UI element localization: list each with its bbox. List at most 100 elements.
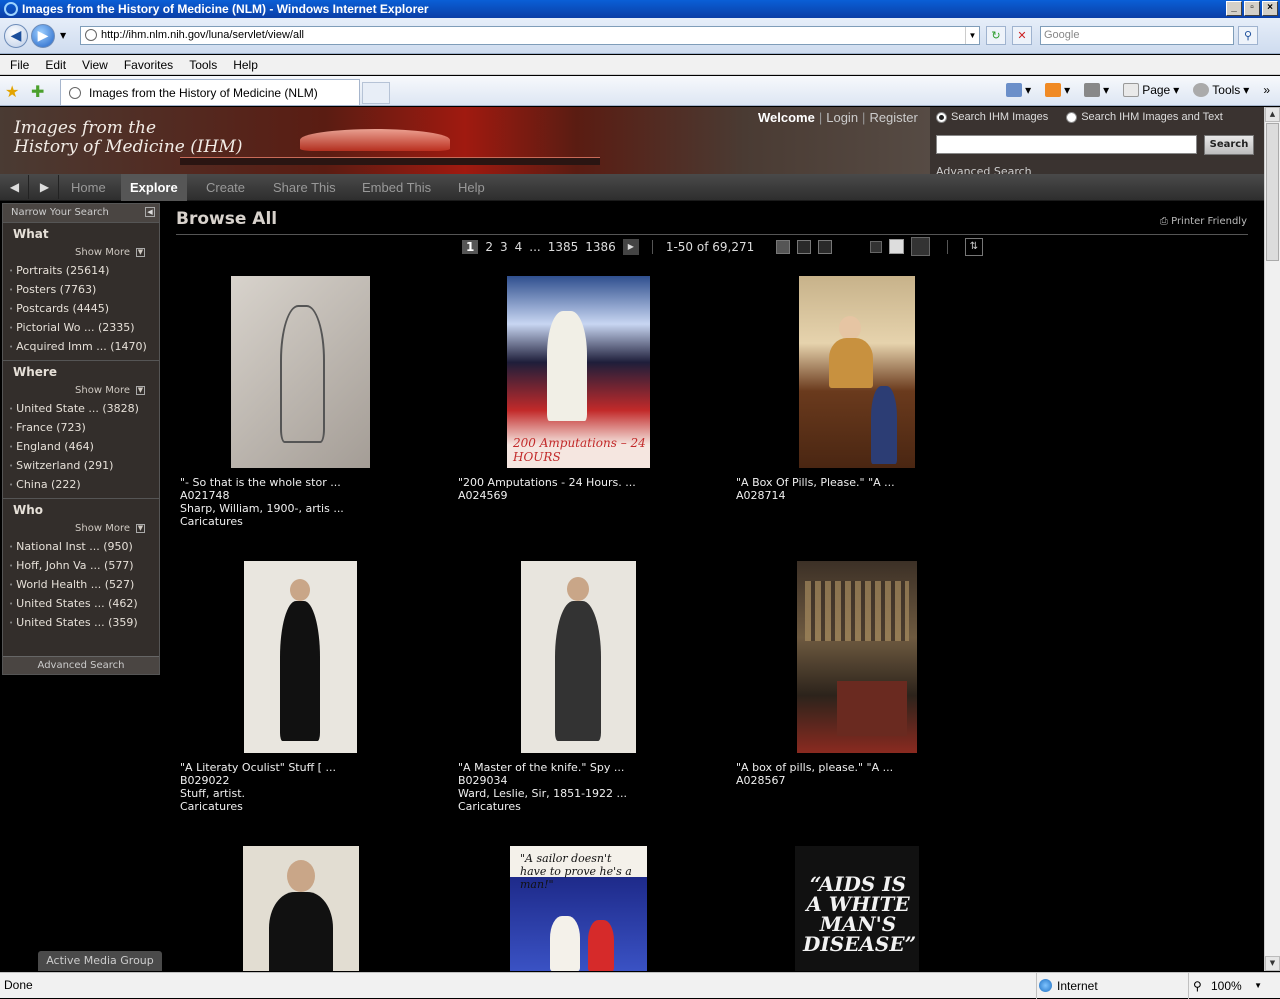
facet-item[interactable]: Pictorial Wo ... (2335) — [3, 318, 159, 337]
zoom-control[interactable]: ⚲ 100% ▼ — [1188, 973, 1280, 999]
restore-button[interactable]: ▫ — [1244, 1, 1260, 16]
search-images-radio[interactable] — [936, 111, 947, 123]
facet-item[interactable]: Portraits (25614) — [3, 261, 159, 280]
item-thumbnail[interactable] — [797, 561, 917, 753]
search-images-text-radio[interactable] — [1066, 111, 1078, 123]
chevron-more-icon[interactable]: » — [1263, 83, 1270, 97]
url-dropdown-icon[interactable]: ▼ — [965, 27, 979, 44]
item-title[interactable]: "A Master of the knife." Spy ... — [458, 761, 698, 774]
page-link[interactable]: 4 — [515, 240, 523, 254]
menu-help[interactable]: Help — [233, 58, 258, 72]
site-search-button[interactable]: Search — [1204, 135, 1254, 155]
page-link[interactable]: 3 — [500, 240, 508, 254]
page-menu[interactable]: Page ▾ — [1123, 83, 1179, 97]
where-show-more[interactable]: Show More ▼ — [3, 382, 159, 399]
page-link[interactable]: 1385 — [548, 240, 579, 254]
item-thumbnail[interactable]: “AIDS IS A WHITE MAN'S DISEASE” — [795, 846, 919, 971]
refresh-button[interactable]: ↻ — [986, 26, 1006, 45]
facet-item[interactable]: Hoff, John Va ... (577) — [3, 556, 159, 575]
page-link-current[interactable]: 1 — [462, 240, 479, 254]
forward-button[interactable]: ▶ — [31, 24, 55, 48]
favorites-star-icon[interactable]: ★ — [5, 82, 19, 102]
item-thumbnail[interactable] — [521, 561, 636, 753]
register-link[interactable]: Register — [869, 110, 917, 125]
who-show-more[interactable]: Show More ▼ — [3, 520, 159, 537]
tab-share-this[interactable]: Share This — [264, 174, 345, 201]
menu-view[interactable]: View — [82, 58, 108, 72]
page-link[interactable]: 1386 — [585, 240, 616, 254]
facet-item[interactable]: National Inst ... (950) — [3, 537, 159, 556]
back-button[interactable]: ◀ — [4, 24, 28, 48]
security-zone[interactable]: Internet — [1036, 973, 1098, 999]
menu-tools[interactable]: Tools — [189, 58, 217, 72]
tools-menu[interactable]: Tools ▾ — [1193, 83, 1249, 97]
item-thumbnail[interactable] — [244, 561, 357, 753]
nav-forward-arrow-icon[interactable]: ▶ — [31, 175, 59, 199]
grid-small-view-icon[interactable] — [818, 239, 832, 254]
sidebar-advanced-search-button[interactable]: Advanced Search — [3, 656, 159, 674]
nav-back-arrow-icon[interactable]: ◀ — [1, 175, 29, 199]
thumb-medium-size-icon[interactable] — [889, 239, 904, 254]
feeds-button[interactable]: ▾ — [1045, 83, 1070, 97]
facet-item[interactable]: Acquired Imm ... (1470) — [3, 337, 159, 356]
next-page-icon[interactable]: ▶ — [622, 239, 639, 255]
login-link[interactable]: Login — [826, 110, 858, 125]
zoom-dropdown-icon[interactable]: ▼ — [1254, 973, 1262, 999]
browser-search-input[interactable]: Google — [1040, 26, 1234, 45]
close-window-button[interactable]: × — [1262, 1, 1278, 16]
new-tab-button[interactable] — [362, 82, 390, 104]
item-thumbnail[interactable]: 200 Amputations – 24 HOURS — [507, 276, 650, 468]
facet-item[interactable]: United State ... (3828) — [3, 399, 159, 418]
sort-order-icon[interactable]: ⇅ — [965, 237, 983, 256]
facet-item[interactable]: Postcards (4445) — [3, 299, 159, 318]
printer-friendly-link[interactable]: ⎙ Printer Friendly — [1160, 216, 1247, 227]
grid-medium-view-icon[interactable] — [797, 239, 811, 254]
facet-item[interactable]: World Health ... (527) — [3, 575, 159, 594]
menu-edit[interactable]: Edit — [45, 58, 66, 72]
tab-help[interactable]: Help — [449, 174, 494, 201]
facet-item[interactable]: United States ... (462) — [3, 594, 159, 613]
scroll-up-icon[interactable]: ▲ — [1265, 107, 1280, 122]
item-thumbnail[interactable] — [243, 846, 359, 971]
facet-item[interactable]: Switzerland (291) — [3, 456, 159, 475]
facet-item[interactable]: France (723) — [3, 418, 159, 437]
item-thumbnail[interactable] — [231, 276, 370, 468]
site-logo-title[interactable]: Images from the History of Medicine (IHM… — [14, 119, 314, 157]
thumb-large-size-icon[interactable] — [911, 237, 930, 256]
home-button[interactable]: ▾ — [1006, 83, 1031, 97]
recent-pages-dropdown[interactable]: ▼ — [60, 31, 66, 40]
collapse-sidebar-icon[interactable]: ◀ — [145, 207, 155, 217]
item-thumbnail[interactable] — [799, 276, 915, 468]
print-button[interactable]: ▾ — [1084, 83, 1109, 97]
vertical-scrollbar[interactable]: ▲ ▼ — [1264, 107, 1280, 971]
facet-item[interactable]: China (222) — [3, 475, 159, 494]
minimize-button[interactable]: _ — [1226, 1, 1242, 16]
browser-tab[interactable]: Images from the History of Medicine (NLM… — [60, 79, 360, 105]
grid-large-view-icon[interactable] — [776, 239, 790, 254]
what-show-more[interactable]: Show More ▼ — [3, 244, 159, 261]
site-search-input[interactable] — [936, 135, 1197, 154]
facet-item[interactable]: England (464) — [3, 437, 159, 456]
scroll-thumb[interactable] — [1266, 123, 1279, 261]
facet-item[interactable]: Posters (7763) — [3, 280, 159, 299]
menu-file[interactable]: File — [10, 58, 29, 72]
tab-home[interactable]: Home — [62, 174, 115, 201]
scroll-down-icon[interactable]: ▼ — [1265, 956, 1280, 971]
url-field[interactable]: http://ihm.nlm.nih.gov/luna/servlet/view… — [80, 26, 980, 45]
tab-embed-this[interactable]: Embed This — [353, 174, 440, 201]
facet-item[interactable]: United States ... (359) — [3, 613, 159, 632]
item-title[interactable]: "200 Amputations - 24 Hours. ... — [458, 476, 698, 489]
tab-create[interactable]: Create — [197, 174, 254, 201]
thumb-small-size-icon[interactable] — [870, 240, 882, 253]
item-title[interactable]: "A box of pills, please." "A ... — [736, 761, 976, 774]
item-thumbnail[interactable]: "A sailor doesn't have to prove he's a m… — [510, 846, 647, 971]
tab-explore[interactable]: Explore — [121, 174, 187, 201]
menu-favorites[interactable]: Favorites — [124, 58, 173, 72]
active-media-group-tab[interactable]: Active Media Group — [38, 951, 162, 971]
page-link[interactable]: 2 — [485, 240, 493, 254]
item-title[interactable]: "A Box Of Pills, Please." "A ... — [736, 476, 976, 489]
search-go-icon[interactable]: ⚲ — [1238, 26, 1258, 45]
item-title[interactable]: "- So that is the whole stor ... — [180, 476, 420, 489]
stop-button[interactable]: ✕ — [1012, 26, 1032, 45]
add-favorites-icon[interactable]: ✚ — [31, 82, 44, 102]
